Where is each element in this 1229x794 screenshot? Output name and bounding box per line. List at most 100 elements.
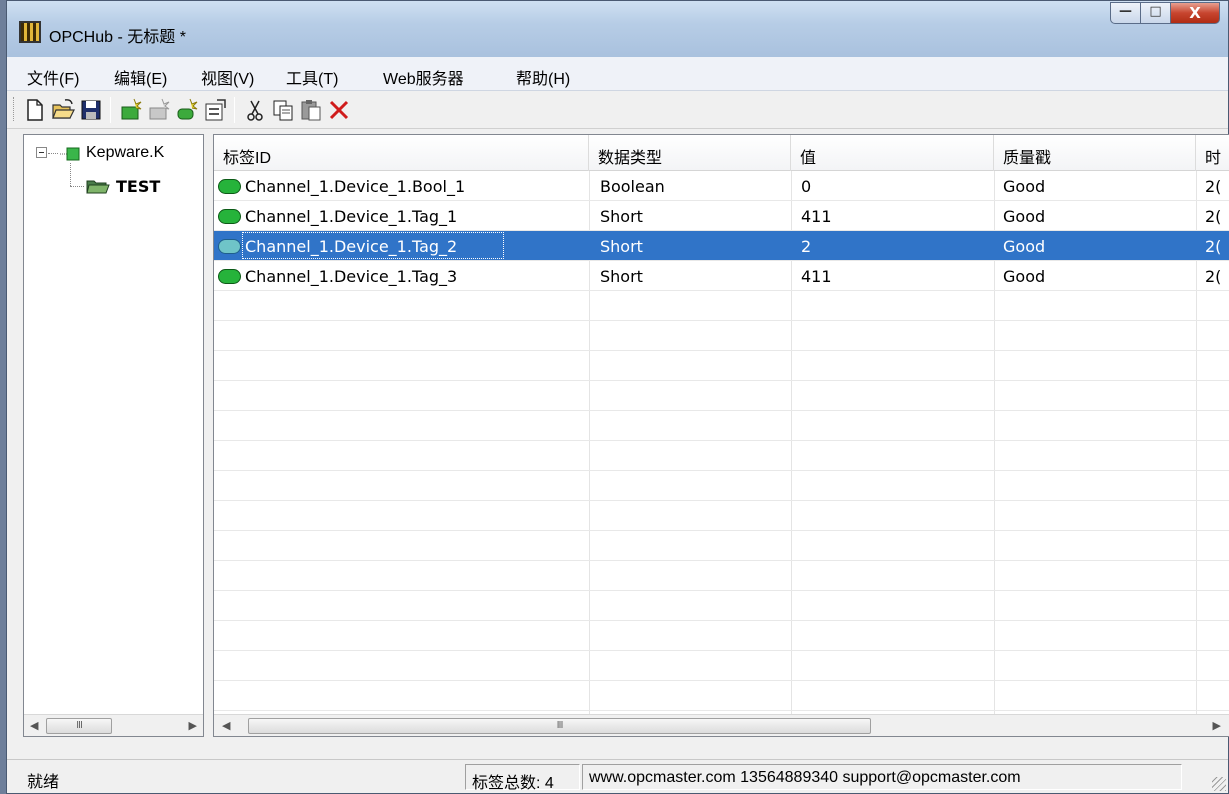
cell-tag-id: Channel_1.Device_1.Tag_1 [245,207,458,226]
table-row[interactable]: Channel_1.Device_1.Tag_3 Short 411 Good … [214,261,1229,291]
maximize-button[interactable]: □ [1140,2,1170,24]
status-contact: www.opcmaster.com 13564889340 support@op… [582,764,1182,790]
scroll-right-icon[interactable]: ▶ [189,719,197,732]
properties-icon[interactable] [203,98,227,122]
column-header-data-type[interactable]: 数据类型 [589,135,791,171]
tree-node-server[interactable]: Kepware.K [60,142,164,164]
toolbar-grip[interactable] [13,97,16,121]
empty-row [214,561,1229,591]
status-bar: 就绪 标签总数: 4 www.opcmaster.com 13564889340… [7,759,1228,793]
caption-buttons: — □ X [1110,2,1220,24]
new-icon[interactable] [23,98,47,122]
close-button[interactable]: X [1170,2,1220,24]
open-icon[interactable] [51,98,75,122]
scroll-grip: III [556,720,564,731]
cell-time: 2( [1205,267,1222,286]
title-bar[interactable]: OPCHub - 无标题 * — □ X [7,1,1228,57]
tag-icon [218,209,241,224]
minimize-button[interactable]: — [1110,2,1140,24]
cell-quality: Good [1003,177,1046,196]
cell-tag-id: Channel_1.Device_1.Bool_1 [245,177,466,196]
tree-node-label: Kepware.K [86,144,165,161]
cell-value: 411 [801,207,832,226]
empty-row [214,681,1229,711]
scroll-left-icon[interactable]: ◀ [222,719,230,732]
new-group-icon[interactable] [147,98,171,122]
column-header-quality[interactable]: 质量戳 [994,135,1196,171]
column-header-value[interactable]: 值 [791,135,994,171]
scroll-thumb[interactable]: III [46,718,112,734]
cell-quality: Good [1003,237,1046,256]
status-tag-count: 标签总数: 4 [465,764,580,792]
copy-icon[interactable] [271,98,295,122]
tree-connector [48,153,58,154]
toolbar-separator [110,97,111,123]
column-header-tag-id[interactable]: 标签ID [214,135,589,171]
cell-data-type: Short [600,237,643,256]
cell-data-type: Boolean [600,177,665,196]
tree-node-label: TEST [116,176,161,196]
tree-node-group[interactable]: TEST [86,175,160,197]
empty-row [214,501,1229,531]
empty-row [214,471,1229,501]
tag-icon [218,239,241,254]
empty-row [214,411,1229,441]
tree-connector [70,186,84,187]
main-window: OPCHub - 无标题 * — □ X 文件(F) 编辑(E) 视图(V) 工… [6,0,1229,794]
menu-file[interactable]: 文件(F) [27,65,79,89]
empty-row [214,291,1229,321]
menu-web-server[interactable]: Web服务器 [383,65,464,89]
table-row-selected[interactable]: Channel_1.Device_1.Tag_2 Short 2 Good 2( [214,231,1229,261]
tag-icon [218,269,241,284]
new-tag-icon[interactable] [175,98,199,122]
cell-time: 2( [1205,237,1222,256]
status-strip [7,741,1228,759]
cell-quality: Good [1003,267,1046,286]
collapse-toggle[interactable] [36,147,47,158]
empty-row [214,321,1229,351]
toolbar [7,91,1228,129]
cell-value: 411 [801,267,832,286]
app-icon [19,21,41,43]
table-row[interactable]: Channel_1.Device_1.Bool_1 Boolean 0 Good… [214,171,1229,201]
empty-row [214,621,1229,651]
cell-tag-id: Channel_1.Device_1.Tag_3 [245,267,458,286]
paste-icon[interactable] [299,98,323,122]
tree-horizontal-scrollbar[interactable]: ◀ III ▶ [24,714,203,736]
empty-row [214,591,1229,621]
scroll-right-icon[interactable]: ▶ [1213,719,1221,732]
menu-view[interactable]: 视图(V) [201,65,254,89]
new-server-icon[interactable] [119,98,143,122]
menu-edit[interactable]: 编辑(E) [114,65,167,89]
folder-icon [86,180,110,194]
minimize-icon: — [1119,4,1132,19]
cell-data-type: Short [600,267,643,286]
column-header-time[interactable]: 时 [1196,135,1229,171]
scroll-left-icon[interactable]: ◀ [30,719,38,732]
empty-row [214,531,1229,561]
close-icon: X [1189,4,1201,22]
empty-row [214,381,1229,411]
cell-value: 2 [801,237,812,256]
resize-grip[interactable] [1212,777,1226,791]
empty-row [214,351,1229,381]
toolbar-separator [234,97,235,123]
cut-icon[interactable] [243,98,267,122]
table-row[interactable]: Channel_1.Device_1.Tag_1 Short 411 Good … [214,201,1229,231]
cell-data-type: Short [600,207,643,226]
scroll-grip: III [76,720,83,731]
menu-bar: 文件(F) 编辑(E) 视图(V) 工具(T) Web服务器 帮助(H) [7,57,1228,91]
server-tree[interactable]: Kepware.K TEST ◀ III ▶ [23,134,204,737]
menu-tools[interactable]: 工具(T) [286,65,338,89]
list-header: 标签ID 数据类型 值 质量戳 时 [214,135,1229,171]
empty-row [214,441,1229,471]
tag-list[interactable]: 标签ID 数据类型 值 质量戳 时 Channel_1.Device_1.Boo… [213,134,1229,737]
scroll-thumb[interactable]: III [248,718,871,734]
window-title: OPCHub - 无标题 * [49,29,186,46]
server-icon [60,147,80,161]
menu-help[interactable]: 帮助(H) [516,65,570,89]
list-horizontal-scrollbar[interactable]: ◀ III ▶ [214,714,1229,736]
cell-tag-id: Channel_1.Device_1.Tag_2 [245,237,458,256]
save-icon[interactable] [79,98,103,122]
delete-icon[interactable] [327,98,351,122]
